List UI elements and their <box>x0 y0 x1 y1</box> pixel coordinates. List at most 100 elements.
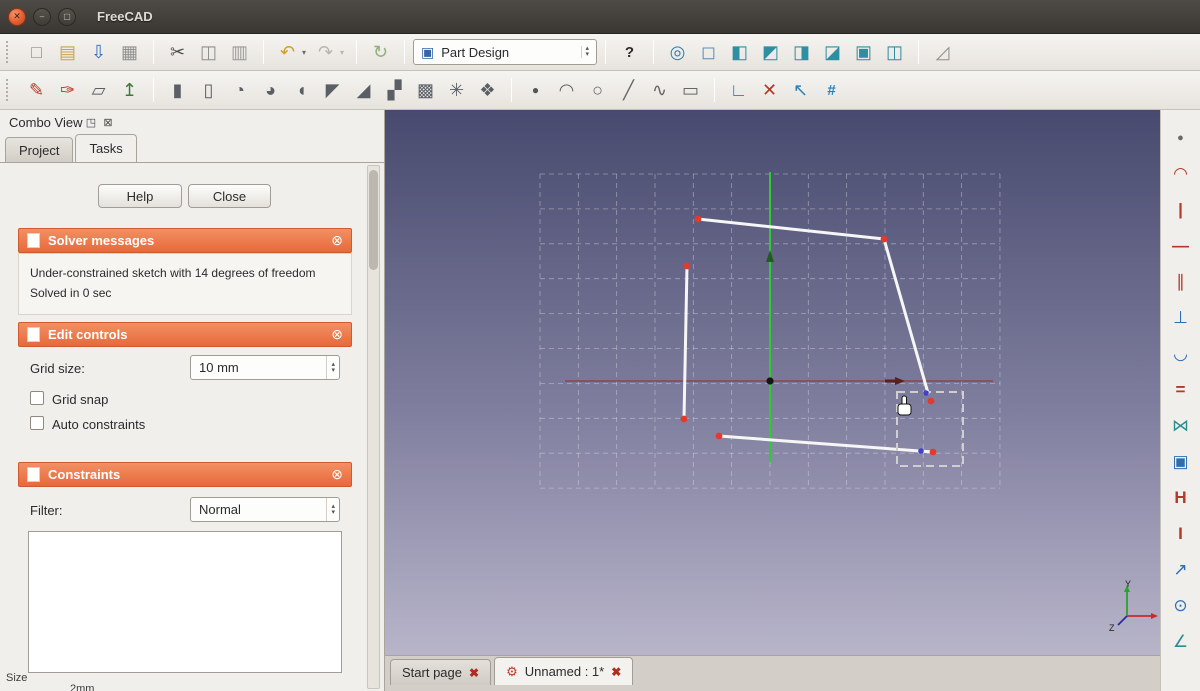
angle-constraint-icon[interactable]: ∠ <box>1162 624 1200 660</box>
sketch-vertex[interactable] <box>684 263 691 270</box>
pocket-icon[interactable]: ▯ <box>193 76 224 104</box>
tab-close-icon[interactable]: ✖ <box>469 666 479 680</box>
float-panel-icon[interactable]: ◳ <box>82 114 99 130</box>
equal-constraint-icon[interactable]: = <box>1162 372 1200 408</box>
origin-point[interactable] <box>766 377 773 384</box>
undo-dropdown-icon[interactable]: ▾ <box>298 38 310 66</box>
maximize-window-button[interactable]: ▢ <box>58 8 76 26</box>
create-circle-icon[interactable]: ○ <box>582 76 613 104</box>
panel-scrollbar-thumb[interactable] <box>369 170 378 270</box>
close-panel-icon[interactable]: ⊠ <box>99 114 116 130</box>
solver-messages-header[interactable]: Solver messages ⊗ <box>18 228 352 253</box>
close-window-button[interactable]: ✕ <box>8 8 26 26</box>
paste-icon[interactable]: ▥ <box>224 38 255 66</box>
tangent-constraint-icon[interactable]: ◡ <box>1162 336 1200 372</box>
top-view-icon[interactable]: ◩ <box>755 38 786 66</box>
sketch-vertex[interactable] <box>695 216 702 223</box>
tab-start-page[interactable]: Start page ✖ <box>390 659 491 685</box>
right-view-icon[interactable]: ◨ <box>786 38 817 66</box>
redo-dropdown-icon[interactable]: ▾ <box>336 38 348 66</box>
cut-icon[interactable]: ✂ <box>162 38 193 66</box>
trim-edge-icon[interactable]: ✕ <box>754 76 785 104</box>
fillet-icon[interactable]: ◖ <box>286 76 317 104</box>
tab-close-icon[interactable]: ✖ <box>611 665 621 679</box>
combo-spinner-icon[interactable]: ▴ ▾ <box>581 46 592 58</box>
pad-icon[interactable]: ▮ <box>162 76 193 104</box>
external-geometry-icon[interactable]: ↖ <box>785 76 816 104</box>
distance-constraint-icon[interactable]: ↗ <box>1162 552 1200 588</box>
save-document-icon[interactable]: ⇩ <box>83 38 114 66</box>
create-line-icon[interactable]: ╱ <box>613 76 644 104</box>
vertical-constraint-icon[interactable]: | <box>1162 192 1200 228</box>
toolbar-drag-handle[interactable] <box>6 41 11 63</box>
linear-pattern-icon[interactable]: ▩ <box>410 76 441 104</box>
sketch-vertex[interactable] <box>928 398 935 405</box>
whats-this-icon[interactable]: ? <box>614 38 645 66</box>
help-button[interactable]: Help <box>98 184 182 208</box>
combo-spinner-icon[interactable]: ▴ ▾ <box>326 356 339 379</box>
create-point-icon[interactable]: ● <box>520 76 551 104</box>
tab-unnamed-document[interactable]: ⚙ Unnamed : 1* ✖ <box>494 657 633 685</box>
revolution-icon[interactable]: ◔ <box>224 76 255 104</box>
constraints-list[interactable] <box>28 531 342 673</box>
panel-scrollbar[interactable] <box>367 165 380 689</box>
sketch-vertex[interactable] <box>716 433 723 440</box>
section-close-icon[interactable]: ⊗ <box>331 466 343 483</box>
create-sketch-icon[interactable]: ✎ <box>21 76 52 104</box>
3d-viewport[interactable]: YXZ <box>385 110 1160 655</box>
toggle-construction-icon[interactable]: # <box>816 76 847 104</box>
combo-spinner-icon[interactable]: ▴ ▾ <box>326 498 339 521</box>
multitransform-icon[interactable]: ❖ <box>472 76 503 104</box>
radius-constraint-icon[interactable]: ⊙ <box>1162 588 1200 624</box>
edit-controls-header[interactable]: Edit controls ⊗ <box>18 322 352 347</box>
sketch-vertex[interactable] <box>930 449 937 456</box>
section-close-icon[interactable]: ⊗ <box>331 232 343 249</box>
groove-icon[interactable]: ◕ <box>255 76 286 104</box>
constraints-filter-combobox[interactable]: Normal ▴ ▾ <box>190 497 340 522</box>
print-icon[interactable]: ▦ <box>114 38 145 66</box>
auto-constraints-checkbox[interactable] <box>30 416 44 430</box>
draft-icon[interactable]: ◢ <box>348 76 379 104</box>
bottom-view-icon[interactable]: ▣ <box>848 38 879 66</box>
leave-sketch-icon[interactable]: ↥ <box>114 76 145 104</box>
parallel-constraint-icon[interactable]: ∥ <box>1162 264 1200 300</box>
constraints-header[interactable]: Constraints ⊗ <box>18 462 352 487</box>
copy-icon[interactable]: ◫ <box>193 38 224 66</box>
sketch-point-selected[interactable] <box>923 390 929 396</box>
horizontal-distance-icon[interactable]: H <box>1162 480 1200 516</box>
arc-icon[interactable]: ◠ <box>1162 156 1200 192</box>
perpendicular-constraint-icon[interactable]: ⊥ <box>1162 300 1200 336</box>
coordinate-axes-icon[interactable]: ∟ <box>723 76 754 104</box>
sketch-vertex[interactable] <box>681 416 688 423</box>
open-folder-icon[interactable]: ▤ <box>52 38 83 66</box>
chamfer-icon[interactable]: ◤ <box>317 76 348 104</box>
left-view-icon[interactable]: ◫ <box>879 38 910 66</box>
close-button[interactable]: Close <box>188 184 271 208</box>
map-sketch-icon[interactable]: ▱ <box>83 76 114 104</box>
sketch-vertex[interactable] <box>881 236 888 243</box>
toolbar-drag-handle[interactable] <box>6 79 11 101</box>
create-arc-icon[interactable]: ◠ <box>551 76 582 104</box>
tab-tasks[interactable]: Tasks <box>75 134 136 162</box>
grid-size-combobox[interactable]: 10 mm ▴ ▾ <box>190 355 340 380</box>
symmetric-constraint-icon[interactable]: ⋈ <box>1162 408 1200 444</box>
edit-sketch-icon[interactable]: ✑ <box>52 76 83 104</box>
vertical-distance-icon[interactable]: I <box>1162 516 1200 552</box>
workbench-selector[interactable]: ▣ Part Design ▴ ▾ <box>413 39 597 65</box>
fit-all-icon[interactable]: ◎ <box>662 38 693 66</box>
polar-pattern-icon[interactable]: ✳ <box>441 76 472 104</box>
create-rectangle-icon[interactable]: ▭ <box>675 76 706 104</box>
section-close-icon[interactable]: ⊗ <box>331 326 343 343</box>
rear-view-icon[interactable]: ◪ <box>817 38 848 66</box>
front-view-icon[interactable]: ◧ <box>724 38 755 66</box>
horizontal-constraint-icon[interactable]: ― <box>1162 228 1200 264</box>
refresh-icon[interactable]: ↻ <box>365 38 396 66</box>
lock-constraint-icon[interactable]: ▣ <box>1162 444 1200 480</box>
create-polyline-icon[interactable]: ∿ <box>644 76 675 104</box>
point-icon[interactable]: ● <box>1162 120 1200 156</box>
measure-distance-icon[interactable]: ◿ <box>927 38 958 66</box>
mirrored-icon[interactable]: ▞ <box>379 76 410 104</box>
sketch-point-selected[interactable] <box>918 448 924 454</box>
new-document-icon[interactable]: □ <box>21 38 52 66</box>
grid-snap-checkbox[interactable] <box>30 391 44 405</box>
